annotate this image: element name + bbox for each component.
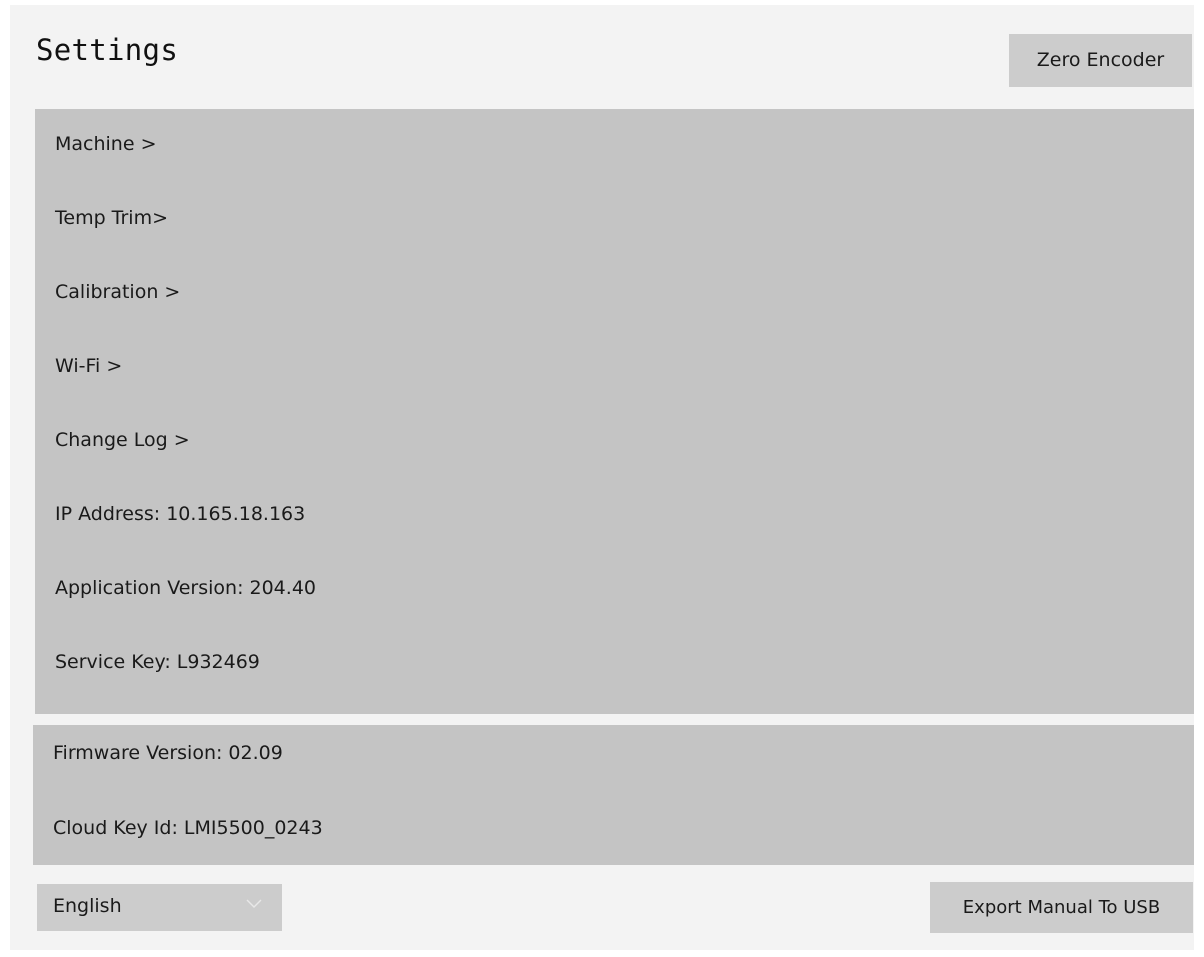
cloud-key-id-text: Cloud Key Id: LMI5500_0243 xyxy=(53,817,323,839)
settings-list-panel: Machine > Temp Trim> Calibration > Wi-Fi… xyxy=(35,109,1194,714)
menu-item-wifi[interactable]: Wi-Fi > xyxy=(55,355,122,377)
menu-item-machine[interactable]: Machine > xyxy=(55,133,157,155)
zero-encoder-button[interactable]: Zero Encoder xyxy=(1009,34,1192,87)
ip-address-text: IP Address: 10.165.18.163 xyxy=(55,503,306,525)
menu-item-temp-trim[interactable]: Temp Trim> xyxy=(55,207,168,229)
menu-item-change-log[interactable]: Change Log > xyxy=(55,429,190,451)
application-version-text: Application Version: 204.40 xyxy=(55,577,316,599)
settings-window: Settings Zero Encoder Machine > Temp Tri… xyxy=(10,5,1194,950)
page-title: Settings xyxy=(36,33,179,67)
menu-item-calibration[interactable]: Calibration > xyxy=(55,281,180,303)
chevron-down-icon xyxy=(246,899,262,908)
firmware-version-text: Firmware Version: 02.09 xyxy=(53,742,283,764)
service-key-text: Service Key: L932469 xyxy=(55,651,260,673)
language-select[interactable]: English xyxy=(37,884,282,931)
export-manual-button[interactable]: Export Manual To USB xyxy=(930,882,1193,933)
language-selected-value: English xyxy=(53,895,122,917)
device-info-panel: Firmware Version: 02.09 Cloud Key Id: LM… xyxy=(33,725,1194,865)
